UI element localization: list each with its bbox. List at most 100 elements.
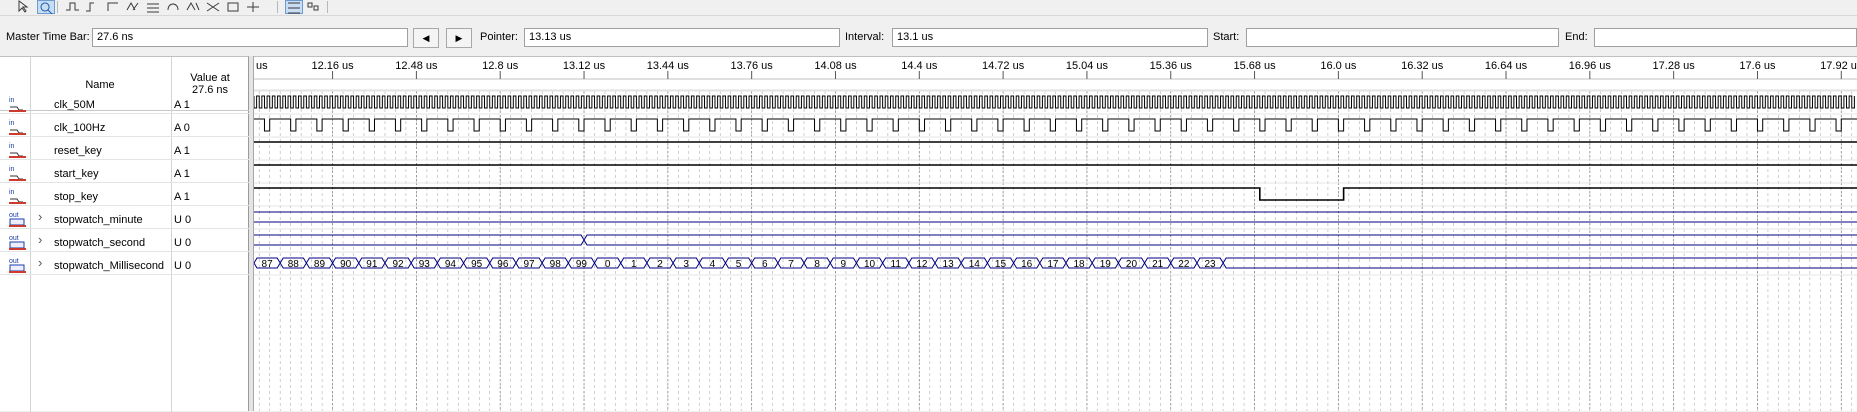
grid-button[interactable] xyxy=(285,0,303,14)
start-label: Start: xyxy=(1213,31,1240,43)
value-header-line1: Value at xyxy=(190,72,230,84)
tick-label: 14.4 us xyxy=(901,60,938,72)
output-pin-icon: out xyxy=(9,256,26,274)
tick-label: 14.08 us xyxy=(814,60,857,72)
snap-button[interactable] xyxy=(225,0,243,14)
signal-value: A 1 xyxy=(174,99,190,111)
snap-grid-button[interactable] xyxy=(305,0,323,14)
signal-name: stop_key xyxy=(54,191,99,203)
input-pin-icon: in xyxy=(9,118,26,136)
random-value-button[interactable] xyxy=(205,0,223,14)
svg-text:in: in xyxy=(9,143,15,150)
waveform-editor-icon xyxy=(66,2,79,11)
tick-label-partial: us xyxy=(256,60,268,72)
svg-text:in: in xyxy=(9,166,15,173)
tick-label: 15.68 us xyxy=(1233,60,1276,72)
signal-name: stopwatch_second xyxy=(54,237,146,249)
triangle-left-icon: ◀ xyxy=(422,33,430,43)
insert-button[interactable] xyxy=(245,0,263,14)
count-value-button[interactable] xyxy=(145,0,163,14)
triangle-right-icon: ▶ xyxy=(455,33,463,43)
tick-label: 15.36 us xyxy=(1150,60,1193,72)
signal-name-panel: Name Value at 27.6 ns in clk_50M A 1 in clk_… xyxy=(0,56,249,412)
svg-text:in: in xyxy=(9,97,15,104)
signal-value: U 0 xyxy=(174,237,192,249)
waveform-clk-100hz xyxy=(254,118,1857,132)
interval-field[interactable]: 13.1 us xyxy=(892,28,1208,47)
input-pin-icon: in xyxy=(9,187,26,205)
pointer-button[interactable] xyxy=(15,0,33,14)
signal-row-clk-100hz[interactable]: in clk_100Hz A 0 xyxy=(0,114,249,137)
tick-label: 13.12 us xyxy=(563,60,606,72)
waveform-panel[interactable]: us 12.16 us 12.48 us 12.8 us 13.12 us 13.44 u… xyxy=(254,56,1857,411)
toolbar-separator xyxy=(57,1,58,13)
clock-icon xyxy=(167,3,179,11)
signal-value: A 1 xyxy=(174,191,190,203)
tick-label: 17.28 us xyxy=(1653,60,1696,72)
tick-label: 12.48 us xyxy=(395,60,438,72)
tick-label: 16.0 us xyxy=(1320,60,1357,72)
tick-label: 16.96 us xyxy=(1569,60,1612,72)
clock-button[interactable] xyxy=(165,0,183,14)
force-low-button[interactable] xyxy=(85,0,103,14)
signal-value: A 1 xyxy=(174,168,190,180)
pointer-icon xyxy=(18,0,29,13)
master-time-bar-label: Master Time Bar: xyxy=(6,31,90,43)
svg-text:out: out xyxy=(9,212,19,219)
signal-name: start_key xyxy=(54,168,99,180)
snap-icon xyxy=(227,2,239,12)
insert-icon xyxy=(247,2,259,12)
output-pin-icon: out xyxy=(9,233,26,251)
input-pin-icon: in xyxy=(9,164,26,182)
arbitrary-value-button[interactable] xyxy=(185,0,203,14)
waveform-editor-button[interactable] xyxy=(65,0,83,14)
next-transition-button[interactable]: ▶ xyxy=(446,28,472,48)
signal-row-clk-50m[interactable]: in clk_50M A 1 xyxy=(0,91,249,114)
force-high-button[interactable] xyxy=(105,0,123,14)
tick-label: 16.64 us xyxy=(1485,60,1528,72)
input-pin-icon: in xyxy=(9,141,26,159)
signal-name: stopwatch_minute xyxy=(54,214,143,226)
signal-row-stop-key[interactable]: in stop_key A 1 xyxy=(0,183,249,206)
force-high-icon xyxy=(107,2,118,11)
signal-row-reset-key[interactable]: in reset_key A 1 xyxy=(0,137,249,160)
tick-label: 14.72 us xyxy=(982,60,1025,72)
svg-text:out: out xyxy=(9,258,19,265)
svg-text:out: out xyxy=(9,235,19,242)
end-field[interactable] xyxy=(1594,28,1857,47)
signal-row-stopwatch-minute[interactable]: out › stopwatch_minute U 0 xyxy=(0,206,249,229)
signal-row-stopwatch-millisecond[interactable]: out › stopwatch_Millisecond U 0 xyxy=(0,252,249,275)
signal-name: reset_key xyxy=(54,145,102,157)
tick-label: 13.76 us xyxy=(731,60,774,72)
start-field[interactable] xyxy=(1246,28,1559,47)
waveform-canvas[interactable]: us 12.16 us 12.48 us 12.8 us 13.12 us 13.44 u… xyxy=(254,57,1857,411)
signal-row-start-key[interactable]: in start_key A 1 xyxy=(0,160,249,183)
time-controls: Master Time Bar: 27.6 ns ◀ ▶ Pointer: 13… xyxy=(0,16,1857,52)
invert-button[interactable] xyxy=(125,0,143,14)
expand-chevron-icon[interactable]: › xyxy=(38,255,42,270)
tick-label: 13.44 us xyxy=(647,60,690,72)
previous-transition-button[interactable]: ◀ xyxy=(413,28,439,48)
signal-name: stopwatch_Millisecond xyxy=(54,260,165,272)
tick-label: 17.6 us xyxy=(1739,60,1776,72)
expand-chevron-icon[interactable]: › xyxy=(38,232,42,247)
random-value-icon xyxy=(206,2,220,12)
waveform-clk-50m xyxy=(254,95,1855,109)
arbitrary-value-icon xyxy=(186,1,200,11)
count-value-icon xyxy=(147,3,159,13)
tick-label: 16.32 us xyxy=(1401,60,1444,72)
signal-value: U 0 xyxy=(174,214,192,226)
snap-grid-icon xyxy=(307,2,319,11)
zoom-icon xyxy=(40,2,53,15)
expand-chevron-icon[interactable]: › xyxy=(38,209,42,224)
signal-row-stopwatch-second[interactable]: out › stopwatch_second U 0 xyxy=(0,229,249,252)
zoom-button[interactable] xyxy=(37,0,55,15)
svg-text:in: in xyxy=(9,120,15,127)
pointer-field[interactable]: 13.13 us xyxy=(524,28,840,47)
master-time-bar-field[interactable]: 27.6 ns xyxy=(92,28,408,47)
toolbar xyxy=(0,0,1857,16)
tick-label: 17.92 us xyxy=(1820,60,1857,72)
invert-icon xyxy=(126,1,139,11)
force-low-icon xyxy=(86,2,94,12)
name-column-header[interactable]: Name xyxy=(30,79,170,91)
